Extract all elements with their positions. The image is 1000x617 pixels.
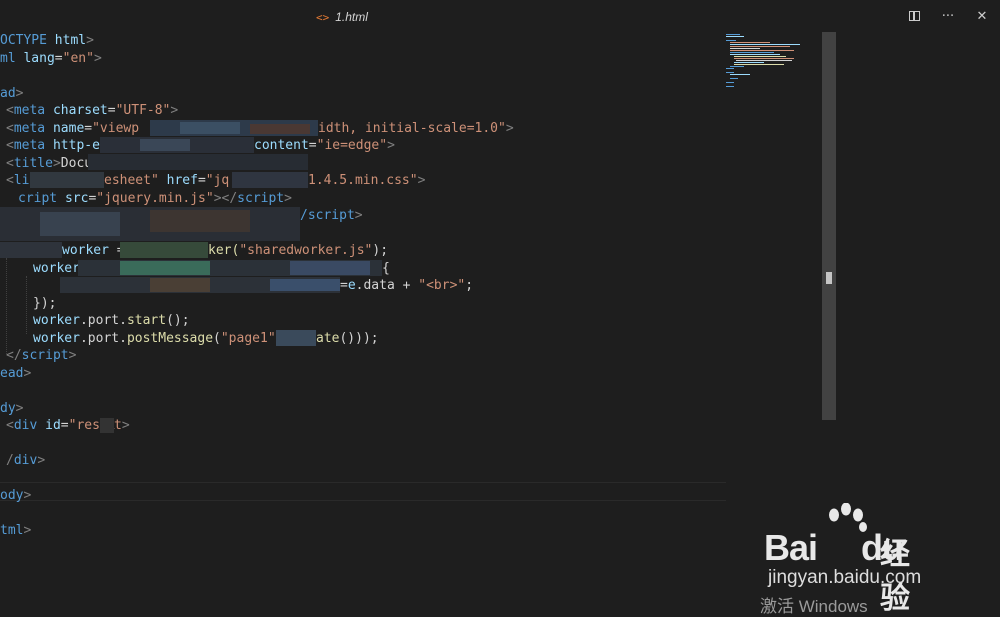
code-line: dy> <box>0 400 24 416</box>
code-line-fragment: content="ie=edge"> <box>254 138 395 153</box>
windows-activation-notice: 激活 Windows <box>760 597 868 616</box>
code-line: ml lang="en"> <box>0 50 102 66</box>
more-actions-button[interactable]: ··· <box>940 8 956 24</box>
code-line: ead> <box>0 365 32 381</box>
tab-filename: 1.html <box>335 10 368 24</box>
watermark-url: jingyan.baidu.com <box>768 567 922 588</box>
code-line: ad> <box>0 85 24 101</box>
baidu-paw-icon <box>829 503 867 532</box>
code-line: worker <box>33 260 80 276</box>
code-line: <meta charset="UTF-8"> <box>6 103 179 118</box>
indent-guide <box>6 258 8 354</box>
more-actions-icon: ··· <box>941 8 955 24</box>
code-line: </script> <box>6 348 77 363</box>
title-bar: <> 1.html ··· ✕ <box>0 0 1000 32</box>
code-line: worker.port.postMessage("page1" + <box>33 330 291 346</box>
code-line: /div> <box>6 453 46 468</box>
code-line: <meta name="viewp <box>6 120 140 136</box>
code-line-fragment: idth, initial-scale=1.0"> <box>318 120 514 136</box>
code-line: }); <box>33 295 57 311</box>
code-line-fragment: esheet" href="jq <box>104 173 230 188</box>
code-line: <title>Docu <box>6 155 93 171</box>
code-line: OCTYPE html> <box>0 33 94 48</box>
code-line-fragment: =e.data + "<br>"; <box>340 278 474 293</box>
code-icon: <> <box>316 10 330 24</box>
split-editor-button[interactable] <box>906 8 922 24</box>
minimap[interactable] <box>726 32 822 92</box>
split-editor-icon <box>908 11 920 21</box>
editor-tab[interactable]: <> 1.html <box>316 8 368 26</box>
code-line-fragment: /script> <box>300 208 363 223</box>
code-line-fragment: ker("sharedworker.js"); <box>208 243 389 258</box>
code-line: <li <box>6 173 30 188</box>
indent-guide <box>26 276 28 334</box>
code-line-fragment: t> <box>114 418 130 433</box>
code-line-fragment: 1.4.5.min.css"> <box>308 173 426 188</box>
close-editor-button[interactable]: ✕ <box>974 8 990 24</box>
close-icon: ✕ <box>976 8 988 24</box>
code-line: tml> <box>0 523 32 538</box>
scrollbar-thumb[interactable] <box>822 32 836 420</box>
code-line-fragment: ate())); <box>316 330 379 346</box>
code-line-fragment: { <box>382 260 390 276</box>
cursor-position-marker <box>826 272 832 284</box>
code-line: worker.port.start(); <box>33 313 190 328</box>
code-line: cript src="jquery.min.js"></script> <box>18 190 292 206</box>
code-line: ody> <box>0 488 32 503</box>
current-line-highlight <box>0 482 726 501</box>
code-editor[interactable]: OCTYPE html> ml lang="en"> ad> <meta cha… <box>0 32 822 613</box>
